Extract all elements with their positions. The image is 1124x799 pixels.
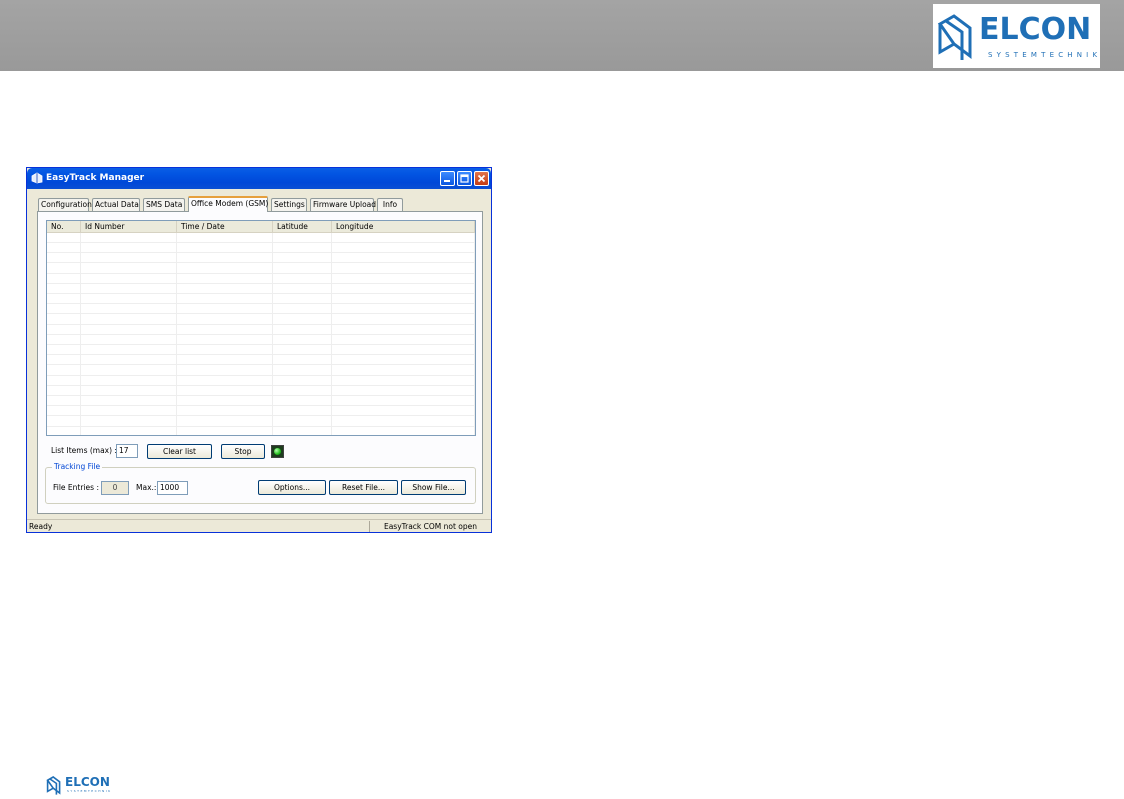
- stop-button[interactable]: Stop: [221, 444, 265, 459]
- tab-info[interactable]: Info: [377, 198, 403, 211]
- table-row: [47, 345, 475, 356]
- column-header-id-number[interactable]: Id Number: [81, 221, 177, 233]
- column-divider: [272, 233, 273, 435]
- app-icon: [31, 172, 43, 184]
- status-led-icon: [271, 445, 284, 458]
- column-header-latitude[interactable]: Latitude: [273, 221, 332, 233]
- minimize-icon: [444, 180, 450, 182]
- elcon-logo-mark-icon: [937, 14, 972, 60]
- page-header: ELCON SYSTEMTECHNIK: [0, 0, 1124, 71]
- column-divider: [474, 233, 475, 435]
- tab-office-modem-gsm[interactable]: Office Modem (GSM): [188, 196, 268, 212]
- table-row: [47, 427, 475, 435]
- file-entries-label: File Entries :: [53, 483, 99, 492]
- maximize-button[interactable]: [457, 171, 472, 186]
- options-button[interactable]: Options...: [258, 480, 326, 495]
- table-row: [47, 294, 475, 305]
- table-row: [47, 243, 475, 254]
- footer-logo: ELCON SYSTEMTECHNIK: [46, 773, 126, 799]
- tab-configuration[interactable]: Configuration: [38, 198, 92, 211]
- table-row: [47, 396, 475, 407]
- table-row: [47, 355, 475, 366]
- footer-logo-wordmark: ELCON: [65, 775, 110, 789]
- logo-tagline: SYSTEMTECHNIK: [988, 51, 1102, 59]
- close-button[interactable]: [474, 171, 489, 186]
- table-row: [47, 335, 475, 345]
- minimize-button[interactable]: [440, 171, 455, 186]
- status-bar: Ready EasyTrack COM not open: [27, 519, 491, 532]
- tab-firmware-upload[interactable]: Firmware Upload: [310, 198, 376, 211]
- window-title: EasyTrack Manager: [46, 173, 145, 183]
- list-items-label: List Items (max) :: [51, 446, 117, 455]
- reset-file-button[interactable]: Reset File...: [329, 480, 398, 495]
- tab-settings[interactable]: Settings: [271, 198, 307, 211]
- table-row: [47, 274, 475, 284]
- max-label: Max.:: [136, 483, 157, 492]
- column-header-no[interactable]: No.: [47, 221, 81, 233]
- show-file-button[interactable]: Show File...: [401, 480, 466, 495]
- table-row: [47, 284, 475, 294]
- logo-wordmark: ELCON: [979, 12, 1092, 47]
- connection-status: EasyTrack COM not open: [369, 521, 489, 532]
- app-window: EasyTrack Manager Configuration Actual D…: [26, 167, 492, 533]
- table-row: [47, 386, 475, 396]
- status-text: Ready: [29, 522, 53, 531]
- column-header-time-date[interactable]: Time / Date: [177, 221, 273, 233]
- table-row: [47, 376, 475, 386]
- list-rows: [47, 233, 475, 435]
- tracking-file-group: Tracking File File Entries : 0 Max.: 100…: [45, 462, 476, 504]
- footer-logo-tagline: SYSTEMTECHNIK: [67, 789, 112, 793]
- table-row: [47, 253, 475, 264]
- list-header: No. Id Number Time / Date Latitude Longi…: [47, 221, 475, 233]
- footer-logo-mark-icon: [46, 776, 61, 795]
- tab-actual-data[interactable]: Actual Data: [92, 198, 140, 211]
- max-entries-input[interactable]: 1000: [157, 481, 188, 495]
- table-row: [47, 315, 475, 325]
- column-divider: [331, 233, 332, 435]
- table-row: [47, 304, 475, 315]
- table-row: [47, 325, 475, 335]
- column-divider: [176, 233, 177, 435]
- clear-list-button[interactable]: Clear list: [147, 444, 212, 459]
- list-items-max-input[interactable]: 17: [116, 444, 138, 458]
- table-row: [47, 406, 475, 417]
- led-light: [274, 448, 281, 455]
- title-bar[interactable]: EasyTrack Manager: [27, 168, 491, 189]
- elcon-logo: ELCON SYSTEMTECHNIK: [933, 4, 1100, 68]
- tracking-file-label: Tracking File: [52, 462, 103, 472]
- table-row: [47, 264, 475, 274]
- table-row: [47, 233, 475, 243]
- file-entries-value: 0: [101, 481, 129, 495]
- table-row: [47, 417, 475, 427]
- tab-sms-data[interactable]: SMS Data: [143, 198, 185, 211]
- tab-panel: No. Id Number Time / Date Latitude Longi…: [37, 211, 483, 514]
- close-icon: [477, 174, 486, 183]
- column-header-longitude[interactable]: Longitude: [332, 221, 475, 233]
- maximize-icon: [460, 174, 469, 183]
- table-row: [47, 366, 475, 376]
- column-divider: [80, 233, 81, 435]
- tracking-list[interactable]: No. Id Number Time / Date Latitude Longi…: [46, 220, 476, 436]
